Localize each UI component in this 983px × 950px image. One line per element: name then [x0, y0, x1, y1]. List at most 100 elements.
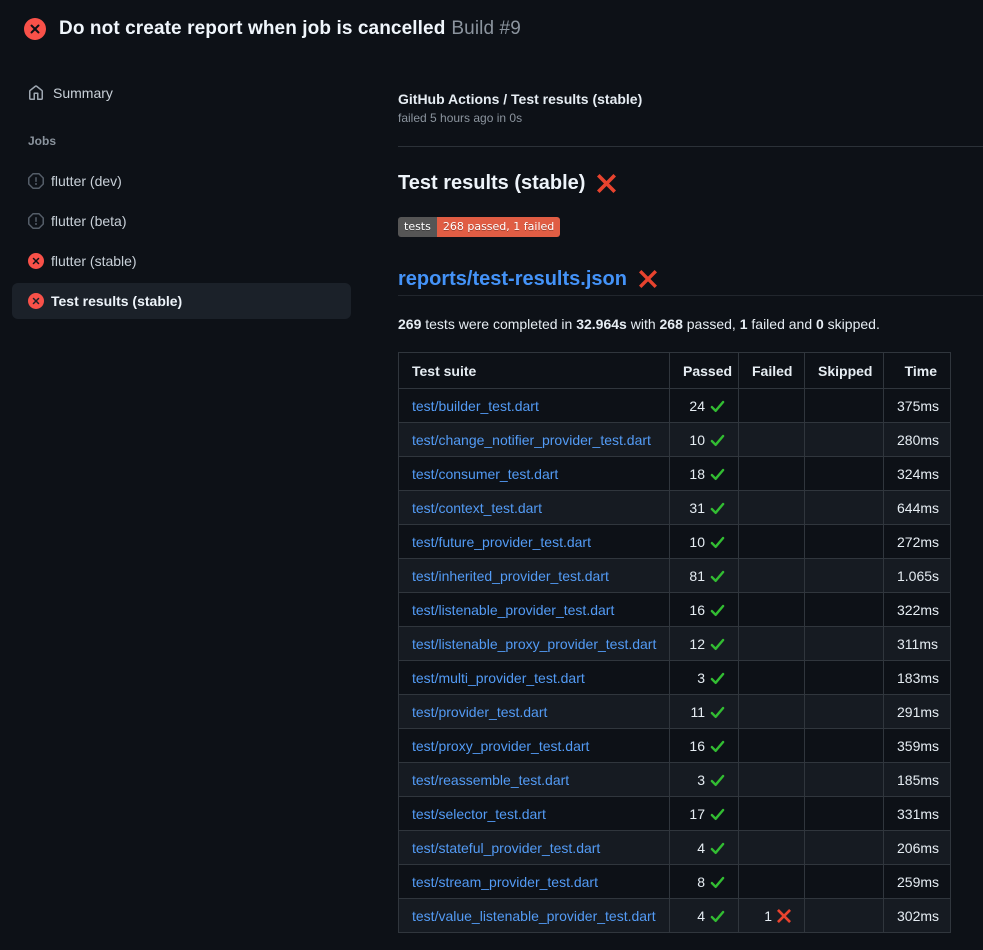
summary-segment: failed and [748, 316, 817, 332]
table-row: test/listenable_proxy_provider_test.dart… [399, 627, 951, 661]
summary-segment: skipped. [824, 316, 880, 332]
cell-time: 311ms [884, 627, 951, 661]
test-suite-link[interactable]: test/change_notifier_provider_test.dart [412, 432, 651, 448]
sidebar-item-flutter-stable[interactable]: flutter (stable) [12, 243, 351, 279]
passed-count: 31 [689, 500, 705, 516]
cell-time: 644ms [884, 491, 951, 525]
cell-passed: 11 [670, 695, 739, 729]
job-label: flutter (beta) [51, 213, 126, 229]
cell-time: 322ms [884, 593, 951, 627]
job-label: Test results (stable) [51, 293, 182, 309]
cell-test-suite: test/provider_test.dart [399, 695, 670, 729]
cell-time: 291ms [884, 695, 951, 729]
sidebar-item-summary[interactable]: Summary [12, 77, 351, 109]
cell-skipped [805, 865, 884, 899]
cell-passed: 4 [670, 899, 739, 933]
cell-passed: 16 [670, 729, 739, 763]
cell-passed: 17 [670, 797, 739, 831]
summary-segment: 1 [740, 316, 748, 332]
table-row: test/reassemble_test.dart 3 185ms [399, 763, 951, 797]
passed-count: 24 [689, 398, 705, 414]
cell-failed [739, 423, 805, 457]
table-header-row: Test suitePassedFailedSkippedTime [399, 353, 951, 389]
cell-passed: 3 [670, 661, 739, 695]
test-suite-link[interactable]: test/listenable_provider_test.dart [412, 602, 614, 618]
tests-badge[interactable]: tests 268 passed, 1 failed [398, 217, 560, 237]
cell-passed: 10 [670, 423, 739, 457]
passed-count: 12 [689, 636, 705, 652]
test-suite-link[interactable]: test/listenable_proxy_provider_test.dart [412, 636, 656, 652]
table-row: test/stream_provider_test.dart 8 259ms [399, 865, 951, 899]
check-icon [705, 467, 725, 482]
cell-failed [739, 831, 805, 865]
cell-skipped [805, 627, 884, 661]
cell-test-suite: test/selector_test.dart [399, 797, 670, 831]
test-suite-link[interactable]: test/selector_test.dart [412, 806, 546, 822]
cell-skipped [805, 389, 884, 423]
test-suite-link[interactable]: test/value_listenable_provider_test.dart [412, 908, 656, 924]
column-header-failed: Failed [739, 353, 805, 389]
test-suite-link[interactable]: test/future_provider_test.dart [412, 534, 591, 550]
cell-failed [739, 389, 805, 423]
run-title-text: Do not create report when job is cancell… [59, 18, 445, 39]
test-suite-link[interactable]: test/inherited_provider_test.dart [412, 568, 609, 584]
cell-passed: 12 [670, 627, 739, 661]
cell-failed [739, 695, 805, 729]
check-icon [705, 841, 725, 856]
column-header-passed: Passed [670, 353, 739, 389]
table-row: test/selector_test.dart 17 331ms [399, 797, 951, 831]
check-icon [705, 535, 725, 550]
cell-time: 324ms [884, 457, 951, 491]
cell-test-suite: test/listenable_proxy_provider_test.dart [399, 627, 670, 661]
cell-test-suite: test/stream_provider_test.dart [399, 865, 670, 899]
sidebar-item-flutter-dev[interactable]: flutter (dev) [12, 163, 351, 199]
passed-count: 8 [697, 874, 705, 890]
results-table: Test suitePassedFailedSkippedTime test/b… [398, 352, 951, 933]
cell-passed: 3 [670, 763, 739, 797]
cell-failed [739, 865, 805, 899]
passed-count: 16 [689, 602, 705, 618]
check-run-panel: GitHub Actions / Test results (stable) f… [398, 57, 983, 950]
test-suite-link[interactable]: test/provider_test.dart [412, 704, 547, 720]
x-circle-fill-icon [24, 18, 46, 40]
cell-failed [739, 593, 805, 627]
cell-passed: 24 [670, 389, 739, 423]
cell-time: 331ms [884, 797, 951, 831]
cell-time: 183ms [884, 661, 951, 695]
table-row: test/proxy_provider_test.dart16359ms [399, 729, 951, 763]
table-row: test/stateful_provider_test.dart4206ms [399, 831, 951, 865]
test-suite-link[interactable]: test/reassemble_test.dart [412, 772, 569, 788]
test-suite-link[interactable]: test/stream_provider_test.dart [412, 874, 598, 890]
cell-time: 375ms [884, 389, 951, 423]
passed-count: 3 [697, 670, 705, 686]
passed-count: 11 [690, 704, 705, 720]
sidebar-item-flutter-beta[interactable]: flutter (beta) [12, 203, 351, 239]
cell-test-suite: test/listenable_provider_test.dart [399, 593, 670, 627]
sidebar-item-test-results-stable[interactable]: Test results (stable) [12, 283, 351, 319]
cell-failed [739, 491, 805, 525]
report-link[interactable]: reports/test-results.json [398, 264, 627, 294]
test-suite-link[interactable]: test/consumer_test.dart [412, 466, 558, 482]
test-suite-link[interactable]: test/multi_provider_test.dart [412, 670, 585, 686]
cell-failed [739, 763, 805, 797]
test-suite-link[interactable]: test/builder_test.dart [412, 398, 539, 414]
test-suite-link[interactable]: test/context_test.dart [412, 500, 542, 516]
cell-passed: 18 [670, 457, 739, 491]
cell-passed: 81 [670, 559, 739, 593]
cell-failed [739, 627, 805, 661]
cell-failed [739, 797, 805, 831]
cell-time: 185ms [884, 763, 951, 797]
cell-test-suite: test/consumer_test.dart [399, 457, 670, 491]
cell-time: 259ms [884, 865, 951, 899]
table-row: test/value_listenable_provider_test.dart… [399, 899, 951, 933]
test-suite-link[interactable]: test/stateful_provider_test.dart [412, 840, 600, 856]
passed-count: 16 [689, 738, 705, 754]
check-icon [705, 807, 725, 822]
passed-count: 4 [697, 908, 705, 924]
breadcrumb: GitHub Actions / Test results (stable) [398, 89, 642, 110]
job-label: flutter (dev) [51, 173, 122, 189]
summary-line: 269 tests were completed in 32.964s with… [398, 314, 880, 335]
check-icon [705, 739, 725, 754]
summary-label: Summary [53, 85, 113, 101]
test-suite-link[interactable]: test/proxy_provider_test.dart [412, 738, 589, 754]
